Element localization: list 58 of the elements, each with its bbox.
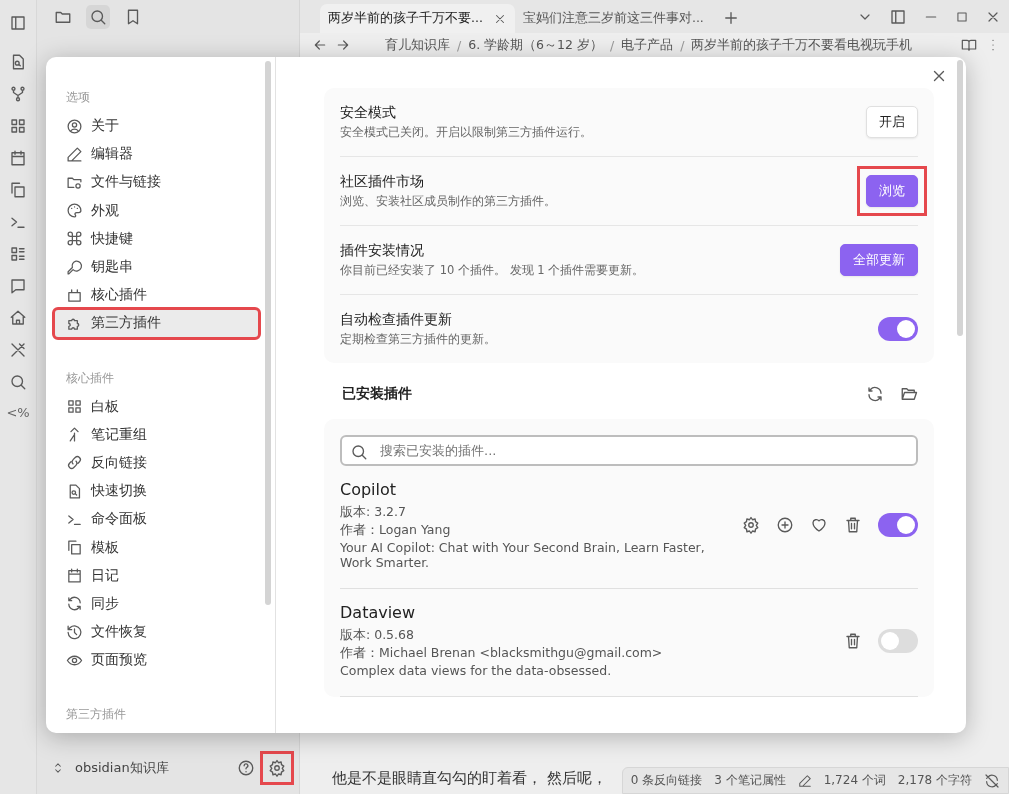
nav-item[interactable]: 核心插件 xyxy=(54,281,259,310)
plugin-author: 作者：Logan Yang xyxy=(340,522,452,539)
nav-item[interactable]: 白板 xyxy=(54,392,259,421)
breadcrumb-separator: / xyxy=(680,37,685,53)
breadcrumb-item[interactable]: 6. 学龄期（6～12 岁） xyxy=(468,36,603,54)
nav-item[interactable]: 钥匙串 xyxy=(54,252,259,282)
nav-item[interactable]: 文件恢复 xyxy=(54,618,259,647)
setting-title: 插件安装情况 xyxy=(340,242,425,260)
nav-item[interactable]: 日记 xyxy=(54,561,259,590)
nav-item[interactable]: 笔记重组 xyxy=(54,420,259,449)
nav-item[interactable]: 快速切换 xyxy=(54,477,259,506)
nav-item[interactable]: 快捷键 xyxy=(54,224,259,253)
setting-description: 你目前已经安装了 10 个插件。 发现 1 个插件需要更新。 xyxy=(340,263,646,278)
status-item: 3 个笔记属性 xyxy=(714,772,786,789)
nav-item[interactable]: 模板 xyxy=(54,533,259,562)
nav-item[interactable]: 外观 xyxy=(54,196,259,225)
status-item: 1,724 个词 xyxy=(823,772,886,789)
setting-description: 定期检查第三方插件的更新。 xyxy=(340,332,497,347)
breadcrumb-item[interactable]: 电子产品 xyxy=(621,36,674,54)
vault-name[interactable]: obsidian知识库 xyxy=(75,759,227,777)
setting-description: 安全模式已关闭。开启以限制第三方插件运行。 xyxy=(340,125,593,140)
plugin-description: Complex data views for the data-obsessed. xyxy=(340,663,613,678)
nav-item[interactable]: 关于 xyxy=(54,112,259,141)
template-icon[interactable]: <% xyxy=(6,405,30,420)
setting-title: 自动检查插件更新 xyxy=(340,311,453,329)
tab[interactable]: 两岁半前的孩子千万不要... xyxy=(320,4,515,33)
editor-text: 他是不是眼睛直勾勾的盯着看， 然后呢， xyxy=(332,769,607,788)
plugin-description: Your AI Copilot: Chat with Your Second Brain, Learn Faster, Work Smarter. xyxy=(340,540,706,570)
breadcrumb-separator: / xyxy=(457,37,462,53)
search-field[interactable]: 搜索已安装的插件... xyxy=(340,435,918,466)
status-item: 0 条反向链接 xyxy=(630,772,703,789)
breadcrumb-item[interactable]: 育儿知识库 xyxy=(385,36,450,54)
action-button[interactable]: 开启 xyxy=(866,106,918,138)
breadcrumb-separator: / xyxy=(609,37,615,53)
tab[interactable]: 宝妈们注意三岁前这三件事对... xyxy=(514,4,712,33)
plugin-version: 版本: 3.2.7 xyxy=(340,504,407,521)
section-heading: 选项 xyxy=(65,89,91,106)
nav-item[interactable]: 命令面板 xyxy=(54,505,259,534)
setting-title: 社区插件市场 xyxy=(340,173,425,191)
action-button[interactable]: 浏览 xyxy=(866,175,918,207)
nav-item[interactable]: 文件与链接 xyxy=(54,168,259,197)
breadcrumb-item[interactable]: 两岁半前的孩子千万不要看电视玩手机 xyxy=(691,36,913,54)
nav-item[interactable]: 同步 xyxy=(54,589,259,618)
plugin-author: 作者：Michael Brenan <blacksmithgu@gmail.com> xyxy=(340,645,664,662)
setting-title: 安全模式 xyxy=(340,104,397,122)
nav-item[interactable]: 第三方插件 xyxy=(54,309,259,338)
nav-item[interactable]: 反向链接 xyxy=(54,448,259,478)
status-item: 2,178 个字符 xyxy=(897,772,972,789)
plugin-name: Dataview xyxy=(340,603,417,622)
plugin-name: Copilot xyxy=(340,480,398,499)
nav-item[interactable]: 编辑器 xyxy=(54,140,259,169)
section-heading: 第三方插件 xyxy=(65,706,127,724)
plugin-version: 版本: 0.5.68 xyxy=(340,627,415,644)
section-heading: 已安装插件 xyxy=(342,385,413,403)
nav-item[interactable]: 页面预览 xyxy=(54,646,259,675)
setting-description: 浏览、安装社区成员制作的第三方插件。 xyxy=(340,194,557,209)
section-heading: 核心插件 xyxy=(65,369,115,387)
action-button[interactable]: 全部更新 xyxy=(840,244,918,276)
